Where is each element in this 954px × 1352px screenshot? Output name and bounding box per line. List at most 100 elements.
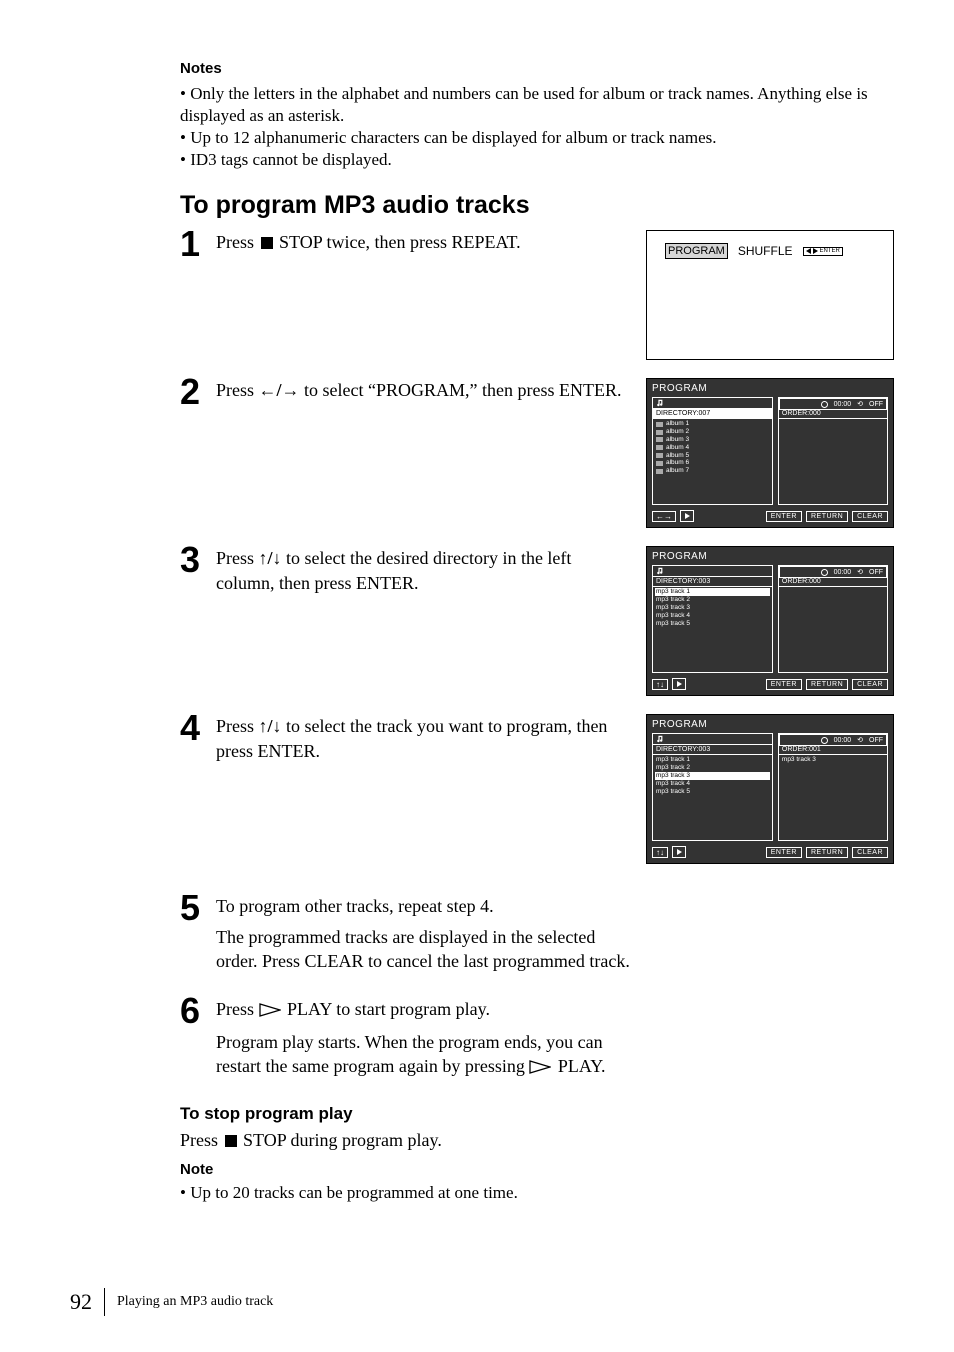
music-note-icon bbox=[656, 735, 664, 743]
step-2: 2 Press to select “PROGRAM,” then press … bbox=[180, 378, 894, 528]
step-number: 2 bbox=[180, 374, 216, 410]
lcd-display-1: PROGRAM SHUFFLE ENTER bbox=[646, 230, 894, 360]
osd-clear-button: CLEAR bbox=[852, 679, 888, 690]
note-list: Up to 20 tracks can be programmed at one… bbox=[180, 1182, 894, 1204]
step-text: Press bbox=[216, 380, 259, 400]
repeat-icon: ⟲ bbox=[857, 736, 863, 744]
osd-right-panel: 00:00 ⟲ OFF ORDER:000 bbox=[778, 565, 888, 673]
osd-play-icon bbox=[672, 846, 686, 858]
step-6: 6 Press PLAY to start program play. Prog… bbox=[180, 997, 894, 1086]
osd-play-icon bbox=[680, 510, 694, 522]
list-item: Up to 12 alphanumeric characters can be … bbox=[180, 127, 894, 149]
lcd-program-label: PROGRAM bbox=[665, 243, 728, 259]
osd-return-button: RETURN bbox=[806, 847, 848, 858]
folder-icon bbox=[656, 422, 663, 427]
clock-icon bbox=[821, 401, 828, 408]
footer-divider bbox=[104, 1288, 105, 1316]
step-1: 1 Press STOP twice, then press REPEAT. P… bbox=[180, 230, 894, 360]
osd-directory-label: DIRECTORY:003 bbox=[653, 577, 772, 587]
section-title: To program MP3 audio tracks bbox=[180, 191, 894, 220]
osd-title: PROGRAM bbox=[652, 383, 888, 394]
step-number: 6 bbox=[180, 993, 216, 1029]
osd-left-panel: DIRECTORY:003 mp3 track 1 mp3 track 2 mp… bbox=[652, 733, 773, 841]
osd-note-icon-row bbox=[653, 734, 772, 745]
repeat-icon: ⟲ bbox=[857, 568, 863, 576]
arrow-up-down-icon bbox=[259, 716, 282, 736]
page-footer: 92 Playing an MP3 audio track bbox=[70, 1288, 273, 1316]
stop-text: Press bbox=[180, 1130, 223, 1150]
osd-order-label: ORDER:000 bbox=[779, 577, 887, 587]
osd-arrows-icon: ←→ bbox=[652, 511, 676, 522]
stop-icon bbox=[225, 1135, 237, 1147]
arrow-up-down-icon bbox=[259, 548, 282, 568]
osd-return-button: RETURN bbox=[806, 511, 848, 522]
osd-album-list: album 1 album 2 album 3 album 4 album 5 … bbox=[653, 419, 772, 476]
repeat-icon: ⟲ bbox=[857, 400, 863, 408]
list-item: Up to 20 tracks can be programmed at one… bbox=[180, 1182, 894, 1204]
osd-off: OFF bbox=[869, 737, 883, 744]
play-icon bbox=[259, 999, 281, 1023]
stop-icon bbox=[261, 237, 273, 249]
notes-list: Only the letters in the alphabet and num… bbox=[180, 83, 894, 171]
step-4: 4 Press to select the track you want to … bbox=[180, 714, 894, 864]
osd-display-2: PROGRAM DIRECTORY:007 album 1 album 2 al… bbox=[646, 378, 894, 528]
list-item: ID3 tags cannot be displayed. bbox=[180, 149, 894, 171]
footer-title: Playing an MP3 audio track bbox=[117, 1294, 273, 1310]
osd-play-icon bbox=[672, 678, 686, 690]
stop-text: STOP during program play. bbox=[243, 1130, 442, 1150]
folder-icon bbox=[656, 453, 663, 458]
step-number: 1 bbox=[180, 226, 216, 262]
folder-icon bbox=[656, 437, 663, 442]
step-5: 5 To program other tracks, repeat step 4… bbox=[180, 894, 894, 979]
osd-title: PROGRAM bbox=[652, 551, 888, 562]
osd-enter-button: ENTER bbox=[766, 679, 802, 690]
step-text: PLAY to start program play. bbox=[287, 999, 490, 1019]
osd-display-3: PROGRAM DIRECTORY:003 mp3 track 1 mp3 tr… bbox=[646, 546, 894, 696]
osd-note-icon-row bbox=[653, 566, 772, 577]
osd-right-panel: 00:00 ⟲ OFF ORDER:000 bbox=[778, 397, 888, 505]
clock-icon bbox=[821, 569, 828, 576]
music-note-icon bbox=[656, 567, 664, 575]
osd-order-label: ORDER:000 bbox=[779, 409, 887, 419]
osd-left-panel: DIRECTORY:003 mp3 track 1 mp3 track 2 mp… bbox=[652, 565, 773, 673]
folder-icon bbox=[656, 430, 663, 435]
list-item: Only the letters in the alphabet and num… bbox=[180, 83, 894, 127]
osd-directory-label: DIRECTORY:007 bbox=[653, 409, 772, 419]
step-text: STOP twice, then press REPEAT. bbox=[279, 232, 521, 252]
osd-time: 00:00 bbox=[834, 569, 852, 576]
osd-track-list: mp3 track 1 mp3 track 2 mp3 track 3 mp3 … bbox=[653, 587, 772, 628]
osd-enter-button: ENTER bbox=[766, 847, 802, 858]
folder-icon bbox=[656, 445, 663, 450]
lcd-enter-icon: ENTER bbox=[803, 247, 843, 256]
osd-order-list: mp3 track 3 bbox=[779, 755, 887, 765]
step-number: 3 bbox=[180, 542, 216, 578]
lcd-shuffle-label: SHUFFLE bbox=[738, 244, 793, 258]
osd-directory-label: DIRECTORY:003 bbox=[653, 745, 772, 755]
osd-right-panel: 00:00 ⟲ OFF ORDER:001 mp3 track 3 bbox=[778, 733, 888, 841]
osd-note-icon-row bbox=[653, 398, 772, 409]
play-icon bbox=[529, 1056, 551, 1080]
step-text: Press bbox=[216, 548, 259, 568]
step-text: PLAY. bbox=[558, 1056, 606, 1076]
osd-time: 00:00 bbox=[834, 737, 852, 744]
osd-clear-button: CLEAR bbox=[852, 511, 888, 522]
osd-track-list: mp3 track 1 mp3 track 2 mp3 track 3 mp3 … bbox=[653, 755, 772, 796]
osd-off: OFF bbox=[869, 401, 883, 408]
osd-clear-button: CLEAR bbox=[852, 847, 888, 858]
osd-return-button: RETURN bbox=[806, 679, 848, 690]
step-number: 4 bbox=[180, 710, 216, 746]
page-number: 92 bbox=[70, 1289, 92, 1315]
music-note-icon bbox=[656, 399, 664, 407]
osd-left-panel: DIRECTORY:007 album 1 album 2 album 3 al… bbox=[652, 397, 773, 505]
step-text: To program other tracks, repeat step 4. bbox=[216, 894, 634, 918]
step-text: Press bbox=[216, 232, 259, 252]
stop-heading: To stop program play bbox=[180, 1104, 894, 1124]
clock-icon bbox=[821, 737, 828, 744]
osd-enter-button: ENTER bbox=[766, 511, 802, 522]
folder-icon bbox=[656, 461, 663, 466]
osd-time: 00:00 bbox=[834, 401, 852, 408]
note-heading: Note bbox=[180, 1161, 894, 1178]
osd-order-label: ORDER:001 bbox=[779, 745, 887, 755]
osd-arrows-icon: ↑↓ bbox=[652, 847, 668, 858]
step-text: to select “PROGRAM,” then press ENTER. bbox=[304, 380, 621, 400]
